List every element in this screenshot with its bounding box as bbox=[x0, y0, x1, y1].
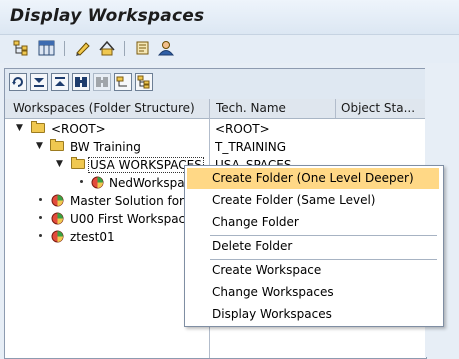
expand-toggle[interactable]: ▼ bbox=[56, 159, 63, 169]
menu-item-create-folder-deeper[interactable]: Create Folder (One Level Deeper) bbox=[187, 168, 439, 189]
find-icon[interactable] bbox=[30, 73, 48, 91]
title-bar: Display Workspaces bbox=[0, 0, 459, 35]
menu-item-delete-folder[interactable]: Delete Folder bbox=[187, 236, 439, 257]
row-tech-name: <ROOT> bbox=[215, 122, 270, 136]
main-toolbar bbox=[0, 35, 459, 63]
menu-item-display-workspaces[interactable]: Display Workspaces bbox=[187, 304, 439, 325]
binoculars-icon[interactable] bbox=[72, 73, 90, 91]
binoculars-next-icon[interactable] bbox=[93, 73, 111, 91]
transport-icon[interactable] bbox=[98, 40, 116, 56]
pencil-icon[interactable] bbox=[74, 40, 92, 56]
folder-icon bbox=[71, 157, 85, 169]
expand-toggle[interactable]: ▼ bbox=[36, 141, 43, 151]
scroll-icon[interactable] bbox=[134, 40, 152, 56]
row-label: BW Training bbox=[70, 140, 141, 154]
tree-toolbar bbox=[5, 69, 426, 100]
context-menu: Create Folder (One Level Deeper) Create … bbox=[184, 165, 444, 327]
find-next-icon[interactable] bbox=[51, 73, 69, 91]
workspace-icon bbox=[51, 194, 64, 207]
table-icon[interactable] bbox=[38, 40, 56, 56]
workspace-icon bbox=[51, 230, 64, 243]
row-label: U00 First Workspace bbox=[70, 212, 193, 226]
leaf-bullet bbox=[80, 180, 83, 183]
leaf-bullet bbox=[39, 216, 42, 219]
column-header-workspaces[interactable]: Workspaces (Folder Structure) bbox=[13, 101, 208, 115]
column-divider bbox=[335, 99, 336, 118]
row-tech-name: T_TRAINING bbox=[215, 140, 287, 154]
column-header-object-status[interactable]: Object Sta... bbox=[341, 101, 426, 115]
toolbar-separator bbox=[124, 41, 125, 56]
menu-item-create-folder-same-level[interactable]: Create Folder (Same Level) bbox=[187, 190, 439, 211]
expand-icon[interactable] bbox=[135, 73, 153, 91]
menu-item-change-folder[interactable]: Change Folder bbox=[187, 212, 439, 233]
row-label: Master Solution for T bbox=[70, 194, 196, 208]
workspace-icon bbox=[51, 212, 64, 225]
menu-item-create-workspace[interactable]: Create Workspace bbox=[187, 260, 439, 281]
workspace-icon bbox=[91, 176, 104, 189]
tree-row[interactable]: ▼ BW Training T_TRAINING bbox=[5, 138, 426, 156]
expand-toggle[interactable]: ▼ bbox=[16, 123, 23, 133]
hierarchy-icon[interactable] bbox=[13, 40, 31, 56]
row-label: ztest01 bbox=[70, 230, 115, 244]
leaf-bullet bbox=[39, 198, 42, 201]
tree-row[interactable]: ▼ <ROOT> <ROOT> bbox=[5, 120, 426, 138]
refresh-icon[interactable] bbox=[9, 73, 27, 91]
toolbar-separator bbox=[64, 41, 65, 56]
tree-header: Workspaces (Folder Structure) Tech. Name… bbox=[5, 99, 426, 119]
row-label: <ROOT> bbox=[51, 122, 106, 136]
page-title: Display Workspaces bbox=[10, 6, 205, 26]
leaf-bullet bbox=[39, 234, 42, 237]
menu-item-change-workspaces[interactable]: Change Workspaces bbox=[187, 282, 439, 303]
user-icon[interactable] bbox=[157, 40, 175, 56]
column-header-tech-name[interactable]: Tech. Name bbox=[216, 101, 336, 115]
folder-icon bbox=[31, 121, 45, 133]
collapse-icon[interactable] bbox=[114, 73, 132, 91]
folder-icon bbox=[50, 139, 64, 151]
